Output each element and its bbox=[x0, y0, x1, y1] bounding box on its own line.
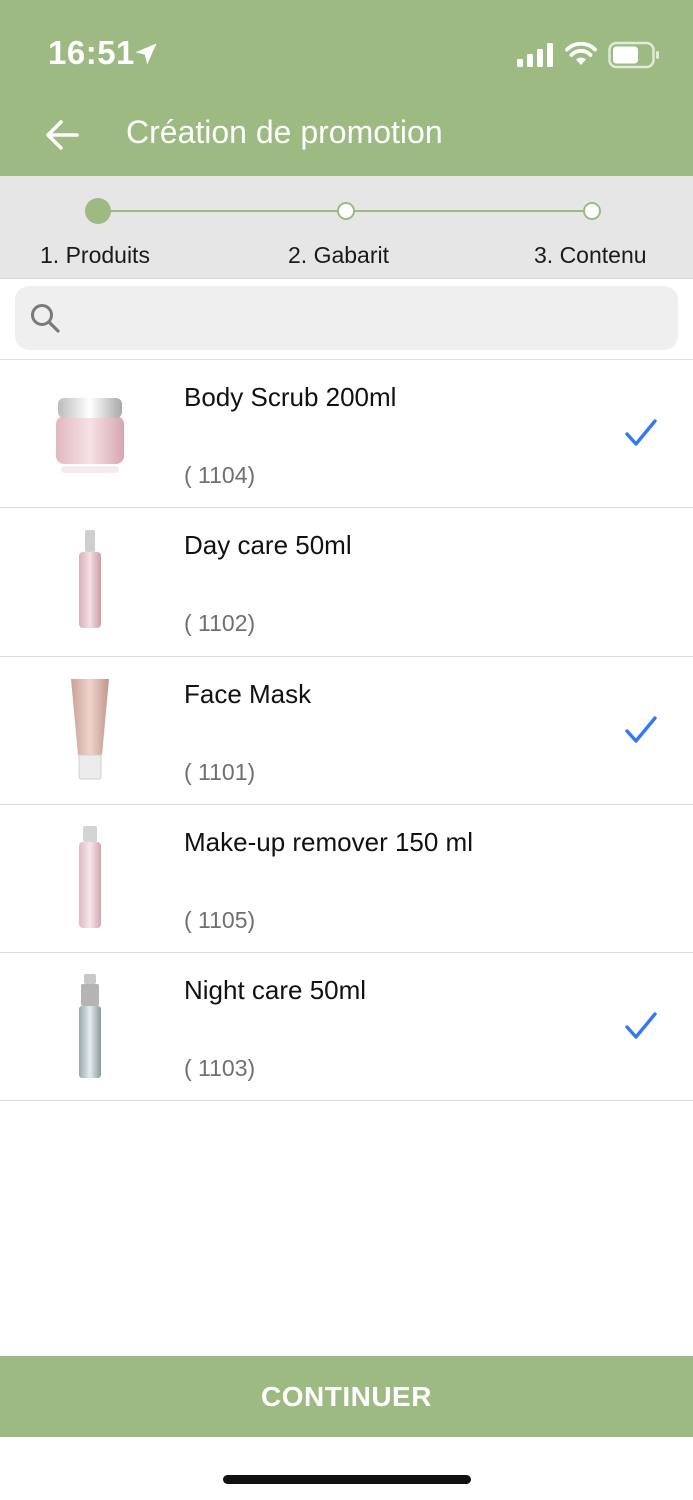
continue-button[interactable]: CONTINUER bbox=[0, 1356, 693, 1437]
product-code: ( 1101) bbox=[184, 758, 256, 785]
wifi-icon bbox=[565, 41, 597, 65]
product-row-body-scrub[interactable]: Body Scrub 200ml ( 1104) bbox=[0, 360, 693, 509]
product-image-tube bbox=[40, 675, 140, 787]
status-time: 16:51 bbox=[48, 34, 135, 71]
home-indicator bbox=[223, 1475, 471, 1484]
search-icon bbox=[31, 304, 60, 333]
battery-icon bbox=[608, 41, 659, 69]
checkmark-icon bbox=[625, 715, 657, 743]
step-indicator-template bbox=[337, 202, 355, 220]
product-name: Make-up remover 150 ml bbox=[184, 826, 473, 857]
step-label-content: 3. Contenu bbox=[534, 242, 647, 268]
search-bar bbox=[0, 280, 693, 360]
app-header: 16:51 Création de promotion bbox=[0, 0, 693, 176]
product-code: ( 1102) bbox=[184, 610, 256, 637]
product-name: Night care 50ml bbox=[184, 975, 367, 1006]
product-image-tall-bottle bbox=[40, 823, 140, 935]
product-row-day-care[interactable]: Day care 50ml ( 1102) bbox=[0, 508, 693, 657]
product-code: ( 1104) bbox=[184, 462, 256, 488]
step-progress: 1. Produits 2. Gabarit 3. Contenu bbox=[0, 176, 693, 279]
checkmark-icon bbox=[625, 419, 657, 446]
step-indicator-products bbox=[85, 198, 111, 224]
step-indicator-content bbox=[583, 202, 601, 220]
search-input[interactable] bbox=[71, 294, 661, 342]
product-code: ( 1103) bbox=[184, 1055, 256, 1082]
product-list: Body Scrub 200ml ( 1104) Day care 50ml (… bbox=[0, 360, 693, 1102]
back-arrow-icon bbox=[46, 120, 79, 150]
search-field[interactable] bbox=[15, 286, 678, 350]
back-button[interactable] bbox=[38, 112, 86, 158]
product-image-slim-bottle bbox=[40, 526, 140, 638]
checkmark-icon bbox=[625, 1012, 657, 1039]
page-title: Création de promotion bbox=[126, 114, 443, 150]
product-name: Day care 50ml bbox=[184, 530, 352, 561]
product-row-make-up-remover[interactable]: Make-up remover 150 ml ( 1105) bbox=[0, 804, 693, 954]
step-label-products: 1. Produits bbox=[40, 242, 150, 268]
step-connector bbox=[346, 210, 592, 212]
product-image-jar bbox=[40, 378, 140, 490]
step-label-template: 2. Gabarit bbox=[288, 242, 389, 268]
product-row-night-care[interactable]: Night care 50ml ( 1103) bbox=[0, 953, 693, 1102]
step-connector bbox=[98, 210, 346, 212]
product-image-pump-bottle bbox=[40, 971, 140, 1083]
location-arrow-icon bbox=[135, 43, 157, 65]
status-bar: 16:51 bbox=[0, 0, 693, 100]
product-row-face-mask[interactable]: Face Mask ( 1101) bbox=[0, 656, 693, 805]
product-code: ( 1105) bbox=[184, 906, 256, 933]
product-name: Face Mask bbox=[184, 678, 312, 709]
product-name: Body Scrub 200ml bbox=[184, 382, 397, 412]
signal-icon bbox=[517, 43, 553, 67]
